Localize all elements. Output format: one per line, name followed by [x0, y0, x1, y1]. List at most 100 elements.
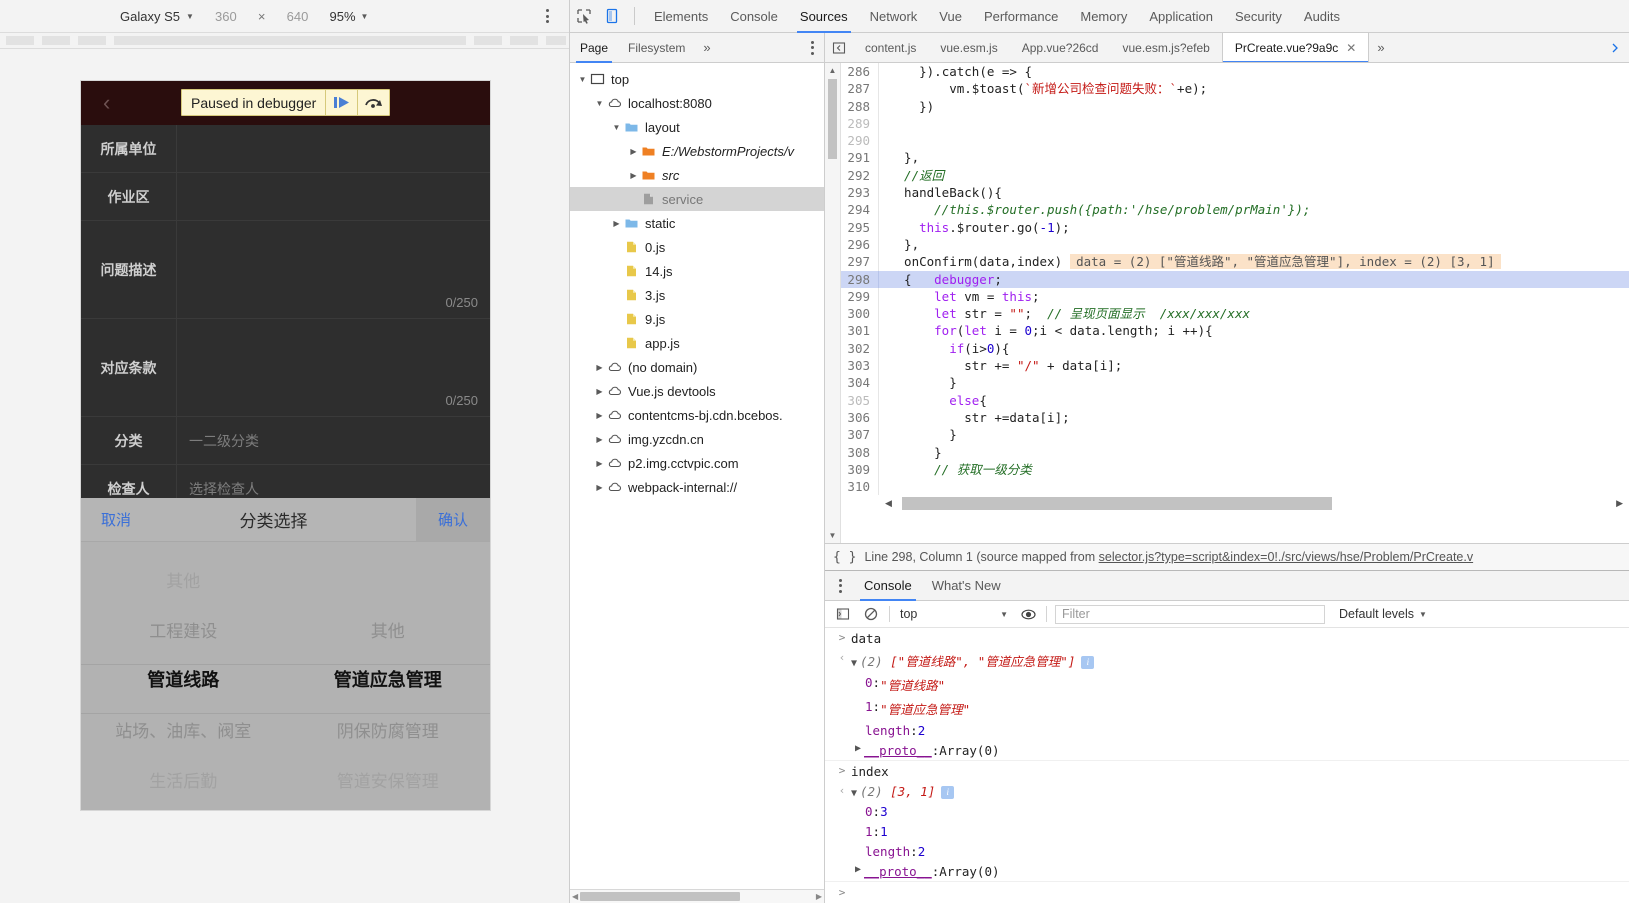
- line-number[interactable]: 301: [841, 322, 879, 340]
- source-code[interactable]: 286 }).catch(e => {287 vm.$toast(`新增公司检查…: [841, 63, 1629, 496]
- tab-security[interactable]: Security: [1224, 0, 1293, 33]
- scrollbar-thumb[interactable]: [828, 79, 837, 159]
- pretty-print-braces-icon[interactable]: { }: [833, 550, 856, 565]
- line-number[interactable]: 293: [841, 184, 879, 202]
- twisty-collapsed-icon[interactable]: ▶: [593, 387, 606, 396]
- console-prompt[interactable]: >: [825, 882, 1629, 903]
- twisty-collapsed-icon[interactable]: ▶: [593, 459, 606, 468]
- code-editor[interactable]: ▲ ▼ 286 }).catch(e => {287 vm.$toast(`新增…: [825, 63, 1629, 543]
- console-property-row[interactable]: 1: 1: [825, 821, 1629, 841]
- line-number[interactable]: 309: [841, 460, 879, 479]
- twisty-collapsed-icon[interactable]: ▶: [593, 363, 606, 372]
- code-line-text[interactable]: }).catch(e => {: [879, 63, 1629, 80]
- twisty-collapsed-icon[interactable]: ▶: [610, 219, 623, 228]
- line-number[interactable]: 296: [841, 235, 879, 254]
- console-array-preview[interactable]: ▼ (2) [3, 1] i: [851, 784, 955, 799]
- console-property-row[interactable]: 0: "管道线路": [825, 672, 1629, 696]
- line-number[interactable]: 298: [841, 270, 879, 288]
- drawer-tab-whats-new[interactable]: What's New: [922, 571, 1011, 601]
- form-value-textarea[interactable]: 0/250: [177, 221, 490, 318]
- navigator-horizontal-scrollbar[interactable]: ◀ ▶: [570, 889, 824, 903]
- tree-item-localhost-8080[interactable]: ▼ localhost:8080: [570, 91, 824, 115]
- twisty-expanded-icon[interactable]: ▼: [851, 658, 857, 669]
- scrollbar-thumb[interactable]: [901, 497, 1332, 511]
- execution-context-select[interactable]: top ▼: [894, 607, 1014, 621]
- picker-option[interactable]: 阴保防腐管理: [286, 704, 491, 754]
- code-line-text[interactable]: for(let i = 0;i < data.length; i ++){: [879, 322, 1629, 339]
- form-value[interactable]: [177, 125, 490, 172]
- code-line-text[interactable]: }: [879, 444, 1629, 461]
- line-number[interactable]: 292: [841, 166, 879, 185]
- picker-option[interactable]: [286, 554, 491, 604]
- scrollbar-thumb[interactable]: [580, 892, 740, 901]
- console-property-row[interactable]: 1: "管道应急管理": [825, 696, 1629, 720]
- line-number[interactable]: 310: [841, 478, 879, 496]
- device-width-input[interactable]: 360: [209, 9, 243, 24]
- picker-option-selected[interactable]: 管道应急管理: [286, 654, 491, 704]
- code-line-text[interactable]: //返回: [879, 167, 1629, 184]
- info-icon[interactable]: i: [941, 785, 955, 799]
- inspect-element-icon[interactable]: [570, 3, 598, 29]
- console-property-row[interactable]: length: 2: [825, 720, 1629, 740]
- device-model-select[interactable]: Galaxy S5 ▼: [120, 9, 194, 24]
- code-line-text[interactable]: onConfirm(data,index) data = (2) ["管道线路",…: [879, 253, 1629, 270]
- twisty-collapsed-icon[interactable]: ▶: [593, 435, 606, 444]
- tree-item-no-domain[interactable]: ▶ (no domain): [570, 355, 824, 379]
- tree-item-9-js[interactable]: 9.js: [570, 307, 824, 331]
- log-levels-select[interactable]: Default levels ▼: [1339, 607, 1427, 621]
- line-number[interactable]: 299: [841, 287, 879, 306]
- file-tab-app-vue[interactable]: App.vue?26cd: [1010, 33, 1111, 62]
- line-number[interactable]: 308: [841, 443, 879, 461]
- tree-item-3-js[interactable]: 3.js: [570, 283, 824, 307]
- form-row-category[interactable]: 分类 一二级分类: [81, 417, 490, 465]
- file-tab-vue-esm-js[interactable]: vue.esm.js: [928, 33, 1009, 62]
- tab-memory[interactable]: Memory: [1069, 0, 1138, 33]
- line-number[interactable]: 305: [841, 391, 879, 409]
- scroll-right-icon[interactable]: ▶: [816, 892, 822, 901]
- resume-script-icon[interactable]: [325, 90, 357, 115]
- code-line-text[interactable]: let vm = this;: [879, 288, 1629, 305]
- code-line-text[interactable]: handleBack(){: [879, 184, 1629, 201]
- form-row[interactable]: 对应条款 0/250: [81, 319, 490, 417]
- tab-console[interactable]: Console: [719, 0, 789, 33]
- twisty-expanded-icon[interactable]: ▼: [610, 123, 623, 132]
- drawer-tab-console[interactable]: Console: [854, 571, 922, 601]
- code-line-text[interactable]: str += "/" + data[i];: [879, 357, 1629, 374]
- line-number[interactable]: 306: [841, 408, 879, 427]
- tab-performance[interactable]: Performance: [973, 0, 1069, 33]
- console-output[interactable]: > data ‹ ▼ (2) ["管道线路", "管道应急管理"] i 0: "管道线路" 1…: [825, 628, 1629, 903]
- code-line-text[interactable]: }: [879, 426, 1629, 443]
- line-number[interactable]: 307: [841, 426, 879, 444]
- kebab-menu-icon[interactable]: [542, 5, 553, 27]
- line-number[interactable]: 287: [841, 80, 879, 98]
- tree-item-e-webstormprojects-v[interactable]: ▶ E:/WebstormProjects/v: [570, 139, 824, 163]
- scroll-up-icon[interactable]: ▲: [829, 66, 837, 75]
- code-line-text[interactable]: //this.$router.push({path:'/hse/problem/…: [879, 201, 1629, 218]
- show-navigator-icon[interactable]: [825, 41, 853, 55]
- file-tab-prcreate-vue[interactable]: PrCreate.vue?9a9c ✕: [1221, 33, 1370, 62]
- code-line-text[interactable]: this.$router.go(-1);: [879, 219, 1629, 236]
- twisty-collapsed-icon[interactable]: ▶: [855, 864, 861, 875]
- line-number[interactable]: 294: [841, 201, 879, 219]
- tree-item-img-yzcdn-cn[interactable]: ▶ img.yzcdn.cn: [570, 427, 824, 451]
- tree-item-src[interactable]: ▶ src: [570, 163, 824, 187]
- tree-item-layout[interactable]: ▼ layout: [570, 115, 824, 139]
- console-property-row[interactable]: ▶ __proto__: Array(0): [825, 740, 1629, 761]
- picker-option-selected[interactable]: 管道线路: [81, 654, 286, 704]
- live-expression-icon[interactable]: [1014, 602, 1042, 626]
- line-number[interactable]: 304: [841, 374, 879, 392]
- device-height-input[interactable]: 640: [281, 9, 315, 24]
- line-number[interactable]: 300: [841, 305, 879, 323]
- twisty-collapsed-icon[interactable]: ▶: [627, 147, 640, 156]
- code-line-text[interactable]: }: [879, 374, 1629, 391]
- file-tree[interactable]: ▼ top ▼ localhost:8080 ▼ layout ▶ E:/WebstormPr…: [570, 63, 824, 889]
- tree-item-static[interactable]: ▶ static: [570, 211, 824, 235]
- code-line-text[interactable]: vm.$toast(`新增公司检查问题失败：`+e);: [879, 80, 1629, 97]
- console-sidebar-icon[interactable]: [829, 602, 857, 626]
- step-over-icon[interactable]: [357, 90, 389, 115]
- line-number[interactable]: 289: [841, 114, 879, 133]
- twisty-collapsed-icon[interactable]: ▶: [855, 743, 861, 754]
- line-number[interactable]: 295: [841, 218, 879, 236]
- code-line-text[interactable]: let str = ""; // 呈现页面显示 /xxx/xxx/xxx: [879, 305, 1629, 322]
- twisty-collapsed-icon[interactable]: ▶: [593, 411, 606, 420]
